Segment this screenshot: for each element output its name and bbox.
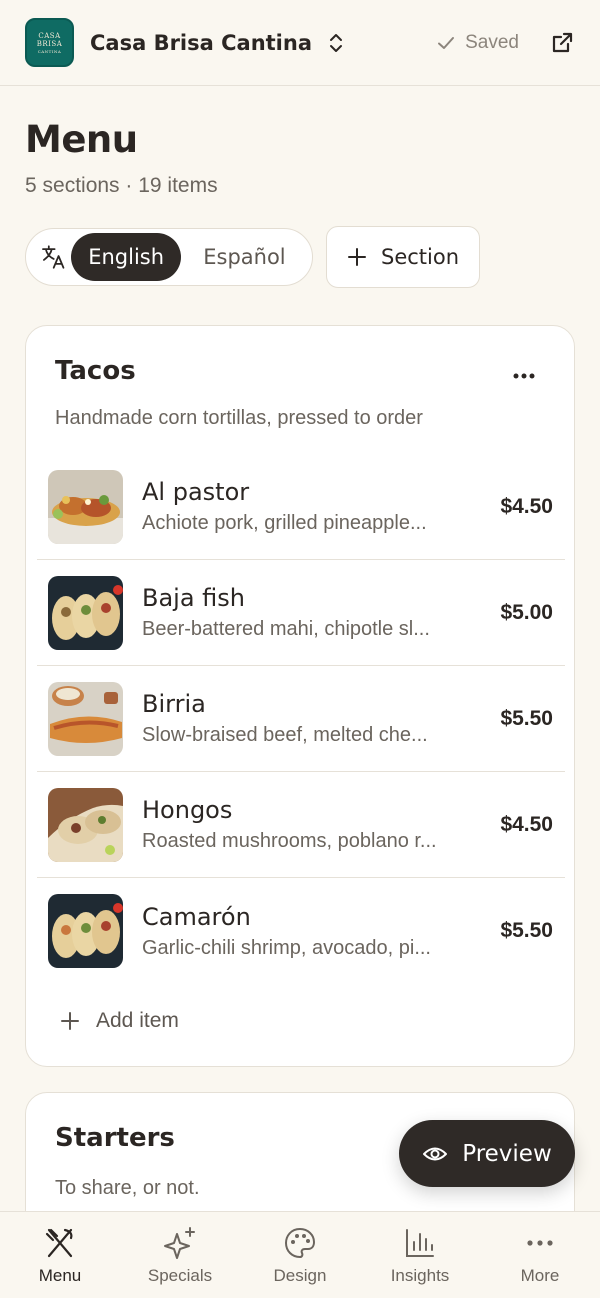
page-subtitle: 5 sections · 19 items	[25, 174, 218, 197]
top-bar: CASA BRISA CANTINA Casa Brisa Cantina Save…	[0, 0, 600, 86]
item-price: $5.00	[500, 600, 553, 624]
item-description: Beer-battered mahi, chipotle sl...	[142, 618, 430, 640]
item-name: Hongos	[142, 796, 233, 824]
page-title: Menu	[25, 118, 138, 161]
nav-label: Insights	[390, 1266, 450, 1285]
nav-label: Menu	[38, 1266, 82, 1285]
menu-item[interactable]: Hongos Roasted mushrooms, poblano r... $…	[37, 772, 565, 878]
item-name: Baja fish	[142, 584, 246, 612]
preview-label: Preview	[462, 1140, 552, 1167]
bar-chart-icon	[406, 1229, 434, 1257]
language-option-spanish[interactable]: Español	[181, 233, 308, 281]
translate-icon	[42, 245, 65, 269]
item-price: $4.50	[500, 494, 553, 518]
item-photo	[48, 681, 123, 756]
nav-label: Design	[273, 1266, 327, 1285]
item-price: $4.50	[500, 812, 553, 836]
item-description: Garlic-chili shrimp, avocado, pi...	[142, 936, 431, 959]
item-name: Al pastor	[142, 478, 250, 506]
language-toggle: English Español	[25, 228, 313, 286]
item-photo	[48, 469, 123, 544]
venue-name[interactable]: Casa Brisa Cantina	[90, 31, 312, 55]
section-title[interactable]: Starters	[55, 1123, 175, 1153]
item-price: $5.50	[500, 919, 553, 942]
item-name: Camarón	[142, 902, 251, 931]
eye-icon	[423, 1147, 448, 1160]
item-description: Achiote pork, grilled pineapple...	[142, 512, 427, 534]
plus-icon	[347, 248, 366, 266]
plus-icon	[61, 1012, 79, 1030]
item-price: $5.50	[500, 706, 553, 730]
language-option-english[interactable]: English	[71, 233, 181, 281]
section-card-tacos: Tacos Handmade corn tortillas, pressed t…	[25, 325, 575, 1067]
saved-status: Saved	[437, 32, 519, 54]
palette-icon	[284, 1227, 316, 1259]
section-description: To share, or not.	[55, 1177, 200, 1199]
nav-item-design[interactable]: Design	[240, 1212, 360, 1298]
chevron-up-down-icon[interactable]	[326, 31, 346, 55]
item-name: Birria	[142, 690, 206, 718]
add-item-label: Add item	[96, 1009, 179, 1032]
check-icon	[438, 36, 455, 49]
nav-label: More	[520, 1266, 560, 1285]
more-options-icon[interactable]	[512, 372, 536, 380]
section-title[interactable]: Tacos	[55, 356, 136, 386]
more-icon	[527, 1240, 553, 1246]
item-photo	[48, 787, 123, 862]
item-list: Al pastor Achiote pork, grilled pineappl…	[37, 454, 565, 984]
menu-item[interactable]: Al pastor Achiote pork, grilled pineappl…	[37, 454, 565, 560]
menu-item[interactable]: Birria Slow-braised beef, melted che... …	[37, 666, 565, 772]
saved-label: Saved	[465, 31, 519, 53]
venue-logo[interactable]: CASA BRISA CANTINA	[25, 18, 74, 67]
nav-item-menu[interactable]: Menu	[0, 1212, 120, 1298]
external-link-icon[interactable]	[549, 30, 575, 56]
item-photo	[48, 894, 123, 968]
add-section-button[interactable]: Section	[326, 226, 480, 288]
preview-button[interactable]: Preview	[399, 1120, 575, 1187]
item-description: Slow-braised beef, melted che...	[142, 724, 428, 746]
item-photo	[48, 575, 123, 650]
menu-item[interactable]: Baja fish Beer-battered mahi, chipotle s…	[37, 560, 565, 666]
fork-knife-icon	[45, 1228, 73, 1258]
bottom-nav: Menu Specials Design Insights More	[0, 1211, 600, 1298]
section-description: Handmade corn tortillas, pressed to orde…	[55, 407, 423, 429]
add-item-button[interactable]: Add item	[60, 1009, 179, 1033]
sparkle-icon	[164, 1227, 195, 1259]
nav-item-insights[interactable]: Insights	[360, 1212, 480, 1298]
nav-item-more[interactable]: More	[480, 1212, 600, 1298]
menu-item[interactable]: Camarón Garlic-chili shrimp, avocado, pi…	[37, 878, 565, 984]
nav-label: Specials	[147, 1266, 213, 1285]
add-section-label: Section	[380, 245, 460, 269]
nav-item-specials[interactable]: Specials	[120, 1212, 240, 1298]
item-description: Roasted mushrooms, poblano r...	[142, 830, 437, 852]
